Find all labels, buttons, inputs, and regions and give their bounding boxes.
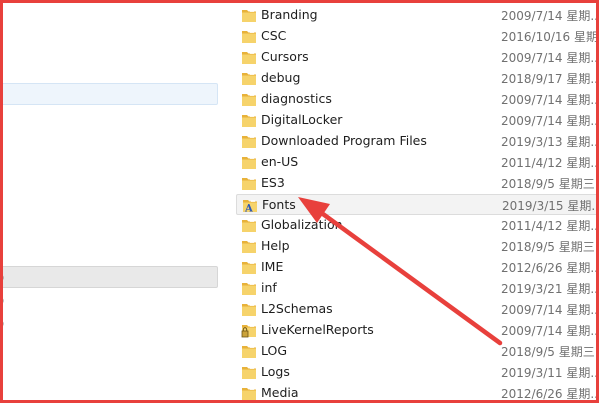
file-row[interactable]: Help 2018/9/5 星期三... [236,236,599,257]
folder-icon [241,239,257,254]
folder-icon [241,176,257,191]
file-name: IME [261,259,284,274]
file-row[interactable]: LOG 2018/9/5 星期三... [236,341,599,362]
folder-icon [241,71,257,86]
file-date-modified: 2019/3/13 星期... [501,135,599,149]
file-date-modified: 2011/4/12 星期... [501,156,599,170]
file-row[interactable]: debug 2018/9/17 星期... [236,68,599,89]
folder-icon [241,302,257,317]
folder-icon [241,134,257,149]
file-name: diagnostics [261,91,332,106]
folder-icon [241,365,257,380]
fonts-folder-icon: A [242,198,258,215]
file-date-modified: 2018/9/5 星期三... [501,177,599,191]
file-date-modified: 2012/6/26 星期... [501,261,599,275]
nav-item-label: ) [0,271,5,284]
file-name: Help [261,238,290,253]
file-name: CSC [261,28,287,43]
file-row[interactable]: Branding 2009/7/14 星期... [236,5,599,26]
folder-icon [241,260,257,275]
nav-item-hovered[interactable] [0,83,218,105]
nav-item-label: ) [0,317,5,330]
nav-item-label: ) [0,294,5,307]
file-row[interactable]: inf 2019/3/21 星期... [236,278,599,299]
file-row[interactable]: Globalization 2011/4/12 星期... [236,215,599,236]
folder-icon [241,113,257,128]
file-row[interactable]: DigitalLocker 2009/7/14 星期... [236,110,599,131]
file-name: Fonts [262,197,296,212]
file-name: LiveKernelReports [261,322,374,337]
file-row[interactable]: en-US 2011/4/12 星期... [236,152,599,173]
file-row[interactable]: ES3 2018/9/5 星期三... [236,173,599,194]
file-name: Globalization [261,217,343,232]
folder-icon [241,386,257,401]
file-name: Cursors [261,49,309,64]
file-date-modified: 2019/3/21 星期... [501,282,599,296]
file-row[interactable]: Cursors 2009/7/14 星期... [236,47,599,68]
file-name: en-US [261,154,299,169]
file-date-modified: 2011/4/12 星期... [501,219,599,233]
file-date-modified: 2009/7/14 星期... [501,114,599,128]
folder-icon [241,50,257,65]
folder-icon [241,218,257,233]
file-row[interactable]: IME 2012/6/26 星期... [236,257,599,278]
file-row[interactable]: diagnostics 2009/7/14 星期... [236,89,599,110]
file-date-modified: 2009/7/14 星期... [501,51,599,65]
file-row[interactable]: Downloaded Program Files 2019/3/13 星期... [236,131,599,152]
file-name: inf [261,280,277,295]
nav-item-selected[interactable] [0,266,218,288]
file-date-modified: 2019/3/15 星期... [502,199,599,213]
folder-icon [241,8,257,23]
file-name: DigitalLocker [261,112,343,127]
file-row[interactable]: L2Schemas 2009/7/14 星期... [236,299,599,320]
file-name: LOG [261,343,288,358]
file-name: ES3 [261,175,285,190]
file-date-modified: 2009/7/14 星期... [501,9,599,23]
file-name: debug [261,70,301,85]
file-date-modified: 2019/3/11 星期... [501,366,599,380]
svg-text:A: A [244,204,253,214]
navigation-pane: ) ) ) [0,0,222,403]
file-row[interactable]: A Fonts 2019/3/15 星期... [236,194,599,215]
file-row[interactable]: CSC 2016/10/16 星期... [236,26,599,47]
folder-icon [241,29,257,44]
file-date-modified: 2009/7/14 星期... [501,324,599,338]
file-row[interactable]: Media 2012/6/26 星期... [236,383,599,404]
file-row[interactable]: LiveKernelReports 2009/7/14 星期... [236,320,599,341]
file-name: Branding [261,7,318,22]
file-date-modified: 2012/6/26 星期... [501,387,599,401]
folder-icon [241,281,257,296]
file-name: L2Schemas [261,301,333,316]
file-row[interactable]: Logs 2019/3/11 星期... [236,362,599,383]
file-date-modified: 2018/9/17 星期... [501,72,599,86]
file-date-modified: 2009/7/14 星期... [501,303,599,317]
file-date-modified: 2016/10/16 星期... [501,30,599,44]
folder-icon [241,155,257,170]
file-date-modified: 2009/7/14 星期... [501,93,599,107]
file-date-modified: 2018/9/5 星期三... [501,240,599,254]
file-name: Media [261,385,299,400]
folder-icon [241,344,257,359]
folder-icon [241,92,257,107]
file-date-modified: 2018/9/5 星期三... [501,345,599,359]
file-name: Logs [261,364,290,379]
file-name: Downloaded Program Files [261,133,427,148]
locked-folder-icon [241,323,257,338]
